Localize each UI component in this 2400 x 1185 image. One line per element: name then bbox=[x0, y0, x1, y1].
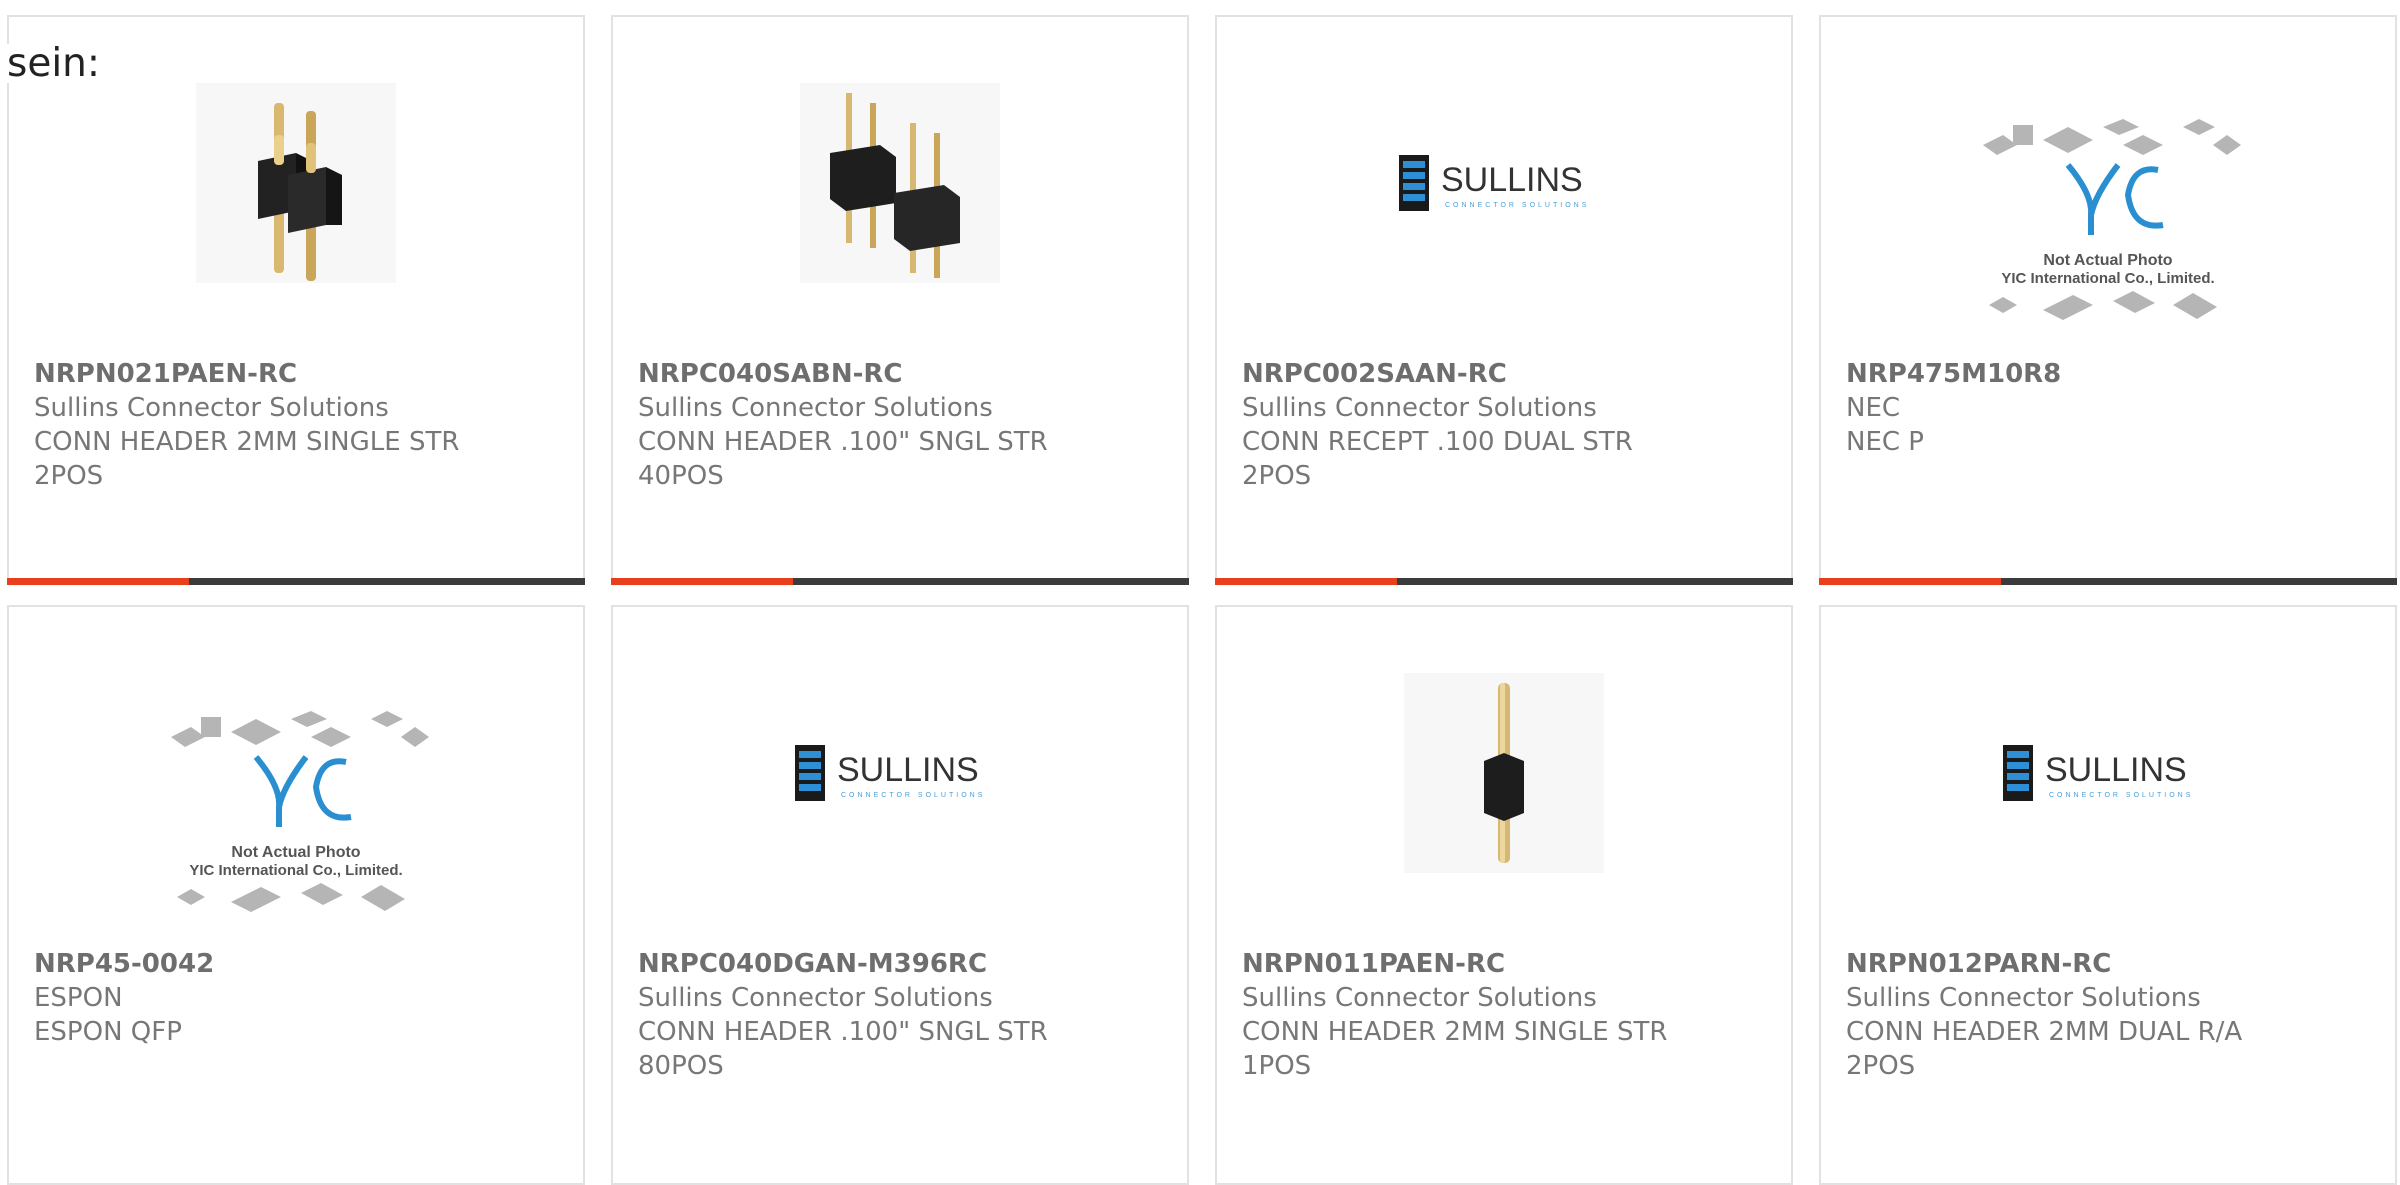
description-positions: 80POS bbox=[638, 1051, 724, 1081]
product-image[interactable] bbox=[613, 83, 1187, 283]
sullins-logo: SULLINS CONNECTOR SOLUTIONS bbox=[795, 745, 985, 801]
description: CONN HEADER 2MM DUAL R/A bbox=[1846, 1017, 2243, 1047]
product-card[interactable]: SULLINS CONNECTOR SOLUTIONS NRPN012PARN-… bbox=[1819, 605, 2397, 1185]
sullins-logo: SULLINS CONNECTOR SOLUTIONS bbox=[1399, 155, 1589, 211]
pin-header-1-icon bbox=[1404, 673, 1604, 873]
product-info: NRP45-0042 ESPON ESPON QFP bbox=[34, 947, 573, 1049]
product-info: NRPC040DGAN-M396RC Sullins Connector Sol… bbox=[638, 947, 1177, 1083]
part-number[interactable]: NRPC002SAAN-RC bbox=[1242, 357, 1781, 391]
product-image[interactable] bbox=[1217, 673, 1791, 873]
sullins-logo-text: SULLINS bbox=[1441, 161, 1583, 199]
product-card[interactable]: Not Actual Photo YIC International Co., … bbox=[7, 605, 585, 1185]
pin-header-2-icon bbox=[196, 83, 396, 283]
part-number[interactable]: NRPN012PARN-RC bbox=[1846, 947, 2385, 981]
manufacturer: Sullins Connector Solutions bbox=[1242, 983, 1597, 1013]
manufacturer: Sullins Connector Solutions bbox=[1846, 983, 2201, 1013]
description-positions: 2POS bbox=[34, 461, 104, 491]
sullins-logo-tagline: CONNECTOR SOLUTIONS bbox=[841, 792, 985, 799]
sullins-logo-text: SULLINS bbox=[2045, 751, 2187, 789]
product-card[interactable]: SULLINS CONNECTOR SOLUTIONS NRPC040DGAN-… bbox=[611, 605, 1189, 1185]
description-positions: 1POS bbox=[1242, 1051, 1312, 1081]
product-image[interactable]: SULLINS CONNECTOR SOLUTIONS bbox=[1217, 83, 1791, 283]
product-card[interactable]: SULLINS CONNECTOR SOLUTIONS NRPC002SAAN-… bbox=[1215, 15, 1793, 585]
description-positions: 2POS bbox=[1846, 1051, 1916, 1081]
product-info: NRPN021PAEN-RC Sullins Connector Solutio… bbox=[34, 357, 573, 493]
description: CONN HEADER 2MM SINGLE STR bbox=[34, 427, 460, 457]
manufacturer: Sullins Connector Solutions bbox=[638, 983, 993, 1013]
product-card[interactable]: NRPN021PAEN-RC Sullins Connector Solutio… bbox=[7, 15, 585, 585]
product-image[interactable]: SULLINS CONNECTOR SOLUTIONS bbox=[613, 673, 1187, 873]
description: NEC P bbox=[1846, 427, 1924, 457]
product-image[interactable]: Not Actual Photo YIC International Co., … bbox=[1821, 105, 2395, 349]
yic-placeholder-image: Not Actual Photo YIC International Co., … bbox=[171, 711, 429, 912]
placeholder-text-line1: Not Actual Photo bbox=[2043, 252, 2172, 269]
product-image[interactable] bbox=[9, 83, 583, 283]
placeholder-text-line1: Not Actual Photo bbox=[231, 844, 360, 861]
product-info: NRPN012PARN-RC Sullins Connector Solutio… bbox=[1846, 947, 2385, 1083]
manufacturer: NEC bbox=[1846, 393, 1901, 423]
part-number[interactable]: NRPN011PAEN-RC bbox=[1242, 947, 1781, 981]
product-info: NRPN011PAEN-RC Sullins Connector Solutio… bbox=[1242, 947, 1781, 1083]
card-accent-bar bbox=[611, 578, 1189, 585]
product-image[interactable]: SULLINS CONNECTOR SOLUTIONS bbox=[1821, 673, 2395, 873]
placeholder-text-line2: YIC International Co., Limited. bbox=[189, 862, 402, 879]
description: CONN HEADER .100" SNGL STR bbox=[638, 427, 1048, 457]
intro-text: sein: bbox=[7, 44, 105, 83]
sullins-logo-text: SULLINS bbox=[837, 751, 979, 789]
sullins-logo-tagline: CONNECTOR SOLUTIONS bbox=[2049, 792, 2193, 799]
manufacturer: ESPON bbox=[34, 983, 123, 1013]
placeholder-text-line2: YIC International Co., Limited. bbox=[2001, 270, 2214, 287]
part-number[interactable]: NRP475M10R8 bbox=[1846, 357, 2385, 391]
product-info: NRPC002SAAN-RC Sullins Connector Solutio… bbox=[1242, 357, 1781, 493]
part-number[interactable]: NRPC040SABN-RC bbox=[638, 357, 1177, 391]
description-positions: 2POS bbox=[1242, 461, 1312, 491]
manufacturer: Sullins Connector Solutions bbox=[34, 393, 389, 423]
product-info: NRP475M10R8 NEC NEC P bbox=[1846, 357, 2385, 459]
description-positions: 40POS bbox=[638, 461, 724, 491]
pin-header-multi-icon bbox=[800, 83, 1000, 283]
manufacturer: Sullins Connector Solutions bbox=[1242, 393, 1597, 423]
product-card[interactable]: NRPC040SABN-RC Sullins Connector Solutio… bbox=[611, 15, 1189, 585]
card-accent-bar bbox=[7, 578, 585, 585]
product-card[interactable]: Not Actual Photo YIC International Co., … bbox=[1819, 15, 2397, 585]
sullins-logo-tagline: CONNECTOR SOLUTIONS bbox=[1445, 202, 1589, 209]
description: ESPON QFP bbox=[34, 1017, 182, 1047]
card-accent-bar bbox=[1215, 578, 1793, 585]
description: CONN RECEPT .100 DUAL STR bbox=[1242, 427, 1633, 457]
description: CONN HEADER .100" SNGL STR bbox=[638, 1017, 1048, 1047]
product-grid: NRPN021PAEN-RC Sullins Connector Solutio… bbox=[0, 0, 2400, 1185]
product-image[interactable]: Not Actual Photo YIC International Co., … bbox=[9, 697, 583, 941]
manufacturer: Sullins Connector Solutions bbox=[638, 393, 993, 423]
product-card[interactable]: NRPN011PAEN-RC Sullins Connector Solutio… bbox=[1215, 605, 1793, 1185]
sullins-logo: SULLINS CONNECTOR SOLUTIONS bbox=[2003, 745, 2193, 801]
description: CONN HEADER 2MM SINGLE STR bbox=[1242, 1017, 1668, 1047]
product-info: NRPC040SABN-RC Sullins Connector Solutio… bbox=[638, 357, 1177, 493]
part-number[interactable]: NRPN021PAEN-RC bbox=[34, 357, 573, 391]
yic-placeholder-image: Not Actual Photo YIC International Co., … bbox=[1983, 119, 2241, 320]
part-number[interactable]: NRP45-0042 bbox=[34, 947, 573, 981]
part-number[interactable]: NRPC040DGAN-M396RC bbox=[638, 947, 1177, 981]
card-accent-bar bbox=[1819, 578, 2397, 585]
